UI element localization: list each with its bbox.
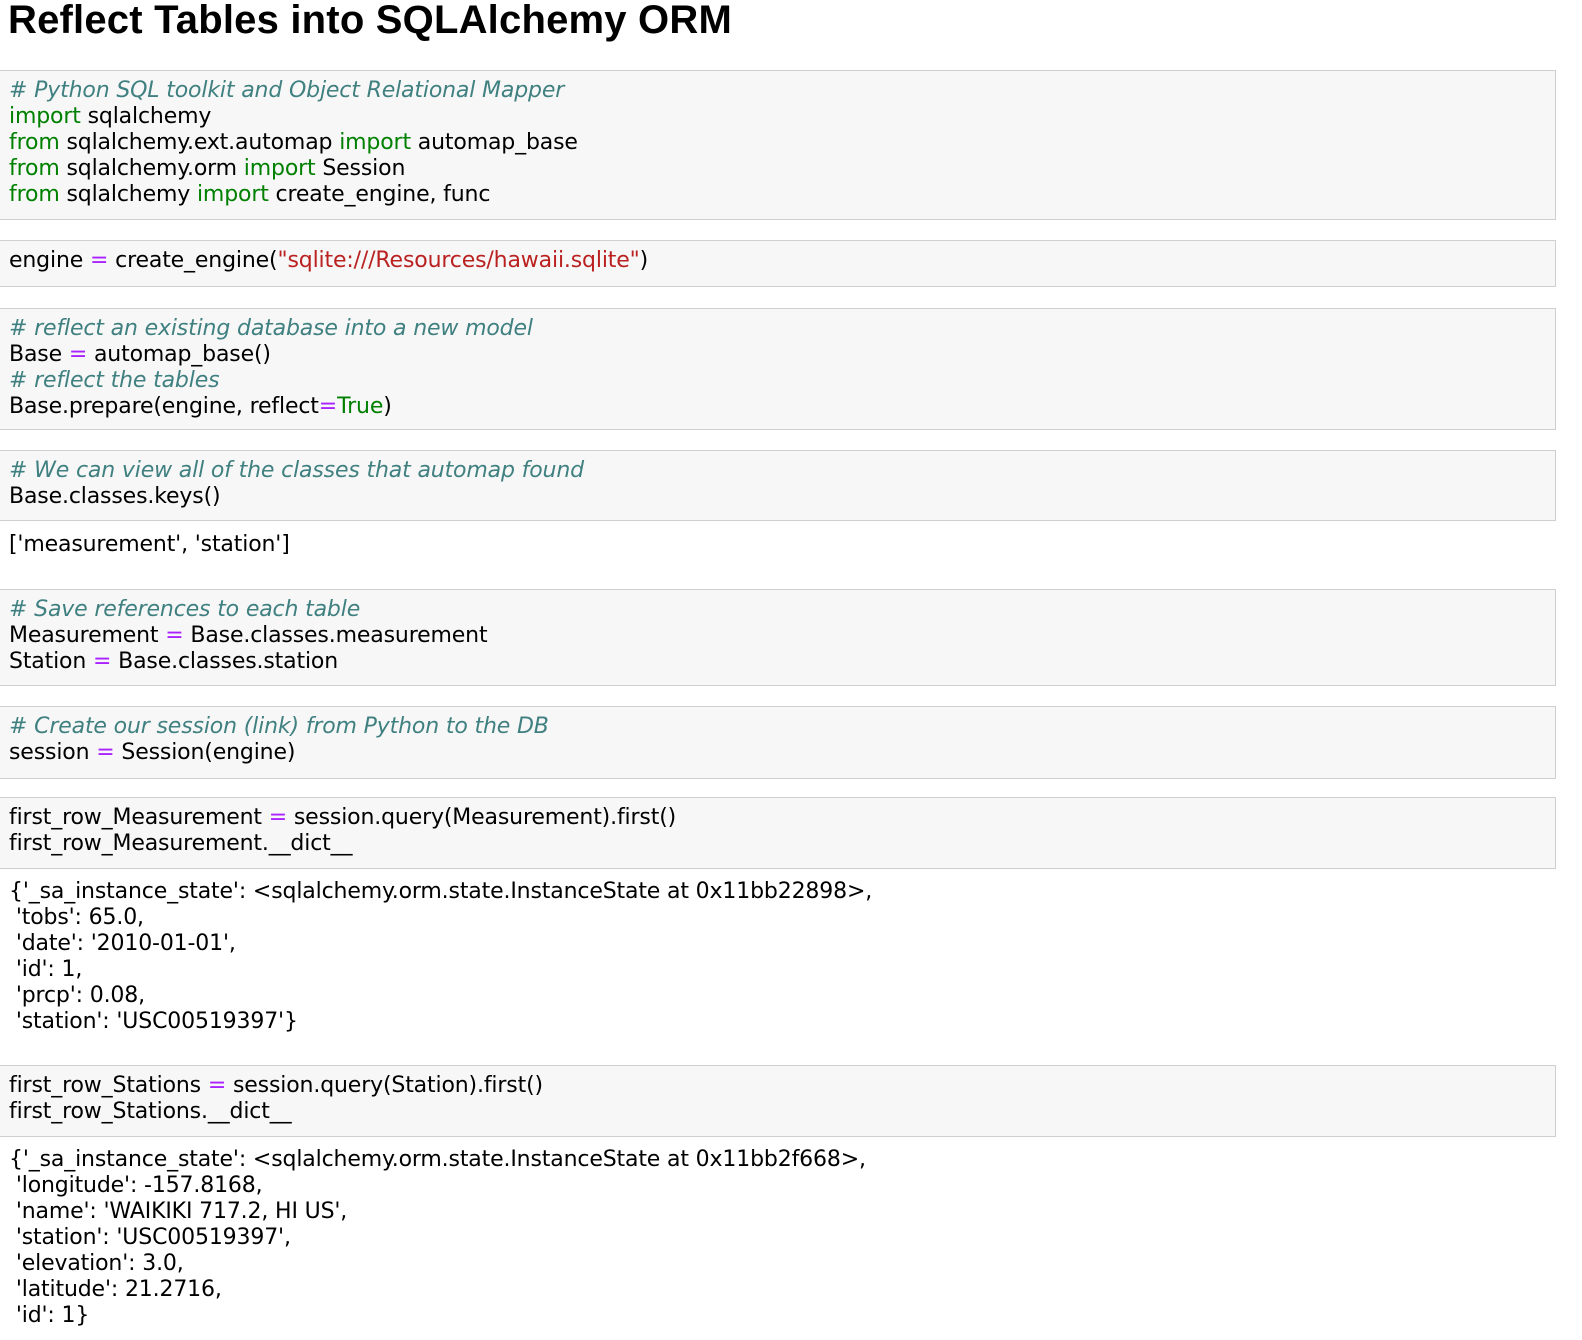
code-comment: # Python SQL toolkit and Object Relation… bbox=[9, 78, 565, 103]
code-line: # We can view all of the classes that au… bbox=[9, 458, 1547, 484]
code-line: import sqlalchemy bbox=[9, 104, 1547, 130]
code-line: engine = create_engine("sqlite:///Resour… bbox=[9, 248, 1547, 274]
code-text: Base bbox=[9, 342, 69, 367]
code-text: session.query(Station).first() bbox=[226, 1073, 543, 1098]
code-comment: # reflect an existing database into a ne… bbox=[9, 316, 533, 341]
code-keyword: from bbox=[9, 130, 60, 155]
output-line: 'id': 1, bbox=[9, 957, 83, 982]
cell-output: ['measurement', 'station'] bbox=[0, 532, 1556, 558]
code-line: session = Session(engine) bbox=[9, 740, 1547, 766]
code-text: session.query(Measurement).first() bbox=[287, 805, 677, 830]
code-text: ) bbox=[639, 248, 649, 273]
code-operator: = bbox=[318, 394, 338, 419]
code-keyword: from bbox=[9, 182, 60, 207]
code-line: Base.prepare(engine, reflect=True) bbox=[9, 394, 1547, 420]
code-text: Base.classes.keys() bbox=[9, 484, 221, 509]
code-cell-input[interactable]: # Create our session (link) from Python … bbox=[0, 706, 1556, 779]
code-text: automap_base bbox=[410, 130, 578, 155]
code-operator: = bbox=[93, 649, 112, 674]
code-line: # reflect an existing database into a ne… bbox=[9, 316, 1547, 342]
code-keyword: True bbox=[337, 394, 384, 419]
code-text: sqlalchemy bbox=[80, 104, 212, 129]
code-keyword: import bbox=[9, 104, 81, 129]
code-text: sqlalchemy.orm bbox=[59, 156, 244, 181]
output-line: {'_sa_instance_state': <sqlalchemy.orm.s… bbox=[9, 879, 873, 904]
code-operator: = bbox=[68, 342, 88, 367]
output-line: 'elevation': 3.0, bbox=[9, 1251, 184, 1276]
cell-output: {'_sa_instance_state': <sqlalchemy.orm.s… bbox=[0, 1147, 1556, 1329]
output-line: 'name': 'WAIKIKI 717.2, HI US', bbox=[9, 1199, 348, 1224]
output-line: ['measurement', 'station'] bbox=[9, 532, 290, 557]
code-line: first_row_Measurement.__dict__ bbox=[9, 831, 1547, 857]
code-cell-input[interactable]: # reflect an existing database into a ne… bbox=[0, 308, 1556, 430]
code-cell-input[interactable]: # Python SQL toolkit and Object Relation… bbox=[0, 70, 1556, 220]
output-line: 'station': 'USC00519397'} bbox=[9, 1009, 298, 1034]
code-line: from sqlalchemy.orm import Session bbox=[9, 156, 1547, 182]
code-comment: # We can view all of the classes that au… bbox=[9, 458, 584, 483]
code-line: # Python SQL toolkit and Object Relation… bbox=[9, 78, 1547, 104]
code-text: sqlalchemy.ext.automap bbox=[59, 130, 340, 155]
code-operator: = bbox=[89, 248, 109, 273]
cell-output: {'_sa_instance_state': <sqlalchemy.orm.s… bbox=[0, 879, 1556, 1035]
code-text: ) bbox=[383, 394, 392, 419]
code-line: # Save references to each table bbox=[9, 597, 1547, 623]
output-line: 'date': '2010-01-01', bbox=[9, 931, 236, 956]
page-title: Reflect Tables into SQLAlchemy ORM bbox=[8, 0, 732, 42]
code-operator: = bbox=[268, 805, 288, 830]
code-keyword: from bbox=[9, 156, 60, 181]
code-text: Base.classes.measurement bbox=[183, 623, 488, 648]
code-text: first_row_Stations.__dict__ bbox=[9, 1099, 292, 1124]
code-keyword: import bbox=[339, 130, 411, 155]
code-text: Measurement bbox=[9, 623, 166, 648]
code-line: Base = automap_base() bbox=[9, 342, 1547, 368]
code-line: from sqlalchemy import create_engine, fu… bbox=[9, 182, 1547, 208]
code-text: first_row_Measurement bbox=[9, 805, 269, 830]
code-operator: = bbox=[207, 1073, 227, 1098]
code-line: Base.classes.keys() bbox=[9, 484, 1547, 510]
output-line: 'prcp': 0.08, bbox=[9, 983, 145, 1008]
output-line: 'latitude': 21.2716, bbox=[9, 1277, 222, 1302]
code-cell-input[interactable]: first_row_Stations = session.query(Stati… bbox=[0, 1065, 1556, 1137]
code-text: first_row_Stations bbox=[9, 1073, 208, 1098]
output-line: 'id': 1} bbox=[9, 1303, 90, 1328]
code-operator: = bbox=[96, 740, 115, 765]
code-line: first_row_Measurement = session.query(Me… bbox=[9, 805, 1547, 831]
code-cell-input[interactable]: first_row_Measurement = session.query(Me… bbox=[0, 797, 1556, 869]
code-keyword: import bbox=[196, 182, 269, 207]
code-operator: = bbox=[165, 623, 184, 648]
code-cell-input[interactable]: engine = create_engine("sqlite:///Resour… bbox=[0, 240, 1556, 287]
output-line: {'_sa_instance_state': <sqlalchemy.orm.s… bbox=[9, 1147, 866, 1172]
code-line: # Create our session (link) from Python … bbox=[9, 714, 1547, 740]
output-line: 'tobs': 65.0, bbox=[9, 905, 144, 930]
code-comment: # Create our session (link) from Python … bbox=[9, 714, 549, 739]
output-line: 'station': 'USC00519397', bbox=[9, 1225, 291, 1250]
code-line: from sqlalchemy.ext.automap import autom… bbox=[9, 130, 1547, 156]
code-text: Base.classes.station bbox=[111, 649, 339, 674]
code-line: Measurement = Base.classes.measurement bbox=[9, 623, 1547, 649]
code-text: create_engine, func bbox=[268, 182, 491, 207]
code-text: sqlalchemy bbox=[59, 182, 197, 207]
code-line: first_row_Stations.__dict__ bbox=[9, 1099, 1547, 1125]
code-comment: # reflect the tables bbox=[9, 368, 220, 393]
code-line: Station = Base.classes.station bbox=[9, 649, 1547, 675]
output-line: 'longitude': -157.8168, bbox=[9, 1173, 263, 1198]
code-text: Session(engine) bbox=[114, 740, 296, 765]
code-comment: # Save references to each table bbox=[9, 597, 361, 622]
code-text: first_row_Measurement.__dict__ bbox=[9, 831, 353, 856]
code-string: "sqlite:///Resources/hawaii.sqlite" bbox=[277, 248, 640, 273]
code-cell-input[interactable]: # Save references to each table Measureme… bbox=[0, 589, 1556, 686]
code-text: Station bbox=[9, 649, 94, 674]
code-text: Session bbox=[315, 156, 406, 181]
code-text: create_engine( bbox=[108, 248, 278, 273]
code-cell-input[interactable]: # We can view all of the classes that au… bbox=[0, 450, 1556, 521]
code-line: first_row_Stations = session.query(Stati… bbox=[9, 1073, 1547, 1099]
code-text: automap_base() bbox=[87, 342, 271, 367]
code-keyword: import bbox=[243, 156, 316, 181]
code-line: # reflect the tables bbox=[9, 368, 1547, 394]
code-text: session bbox=[9, 740, 97, 765]
code-text: Base.prepare(engine, reflect bbox=[9, 394, 319, 419]
code-text: engine bbox=[9, 248, 90, 273]
